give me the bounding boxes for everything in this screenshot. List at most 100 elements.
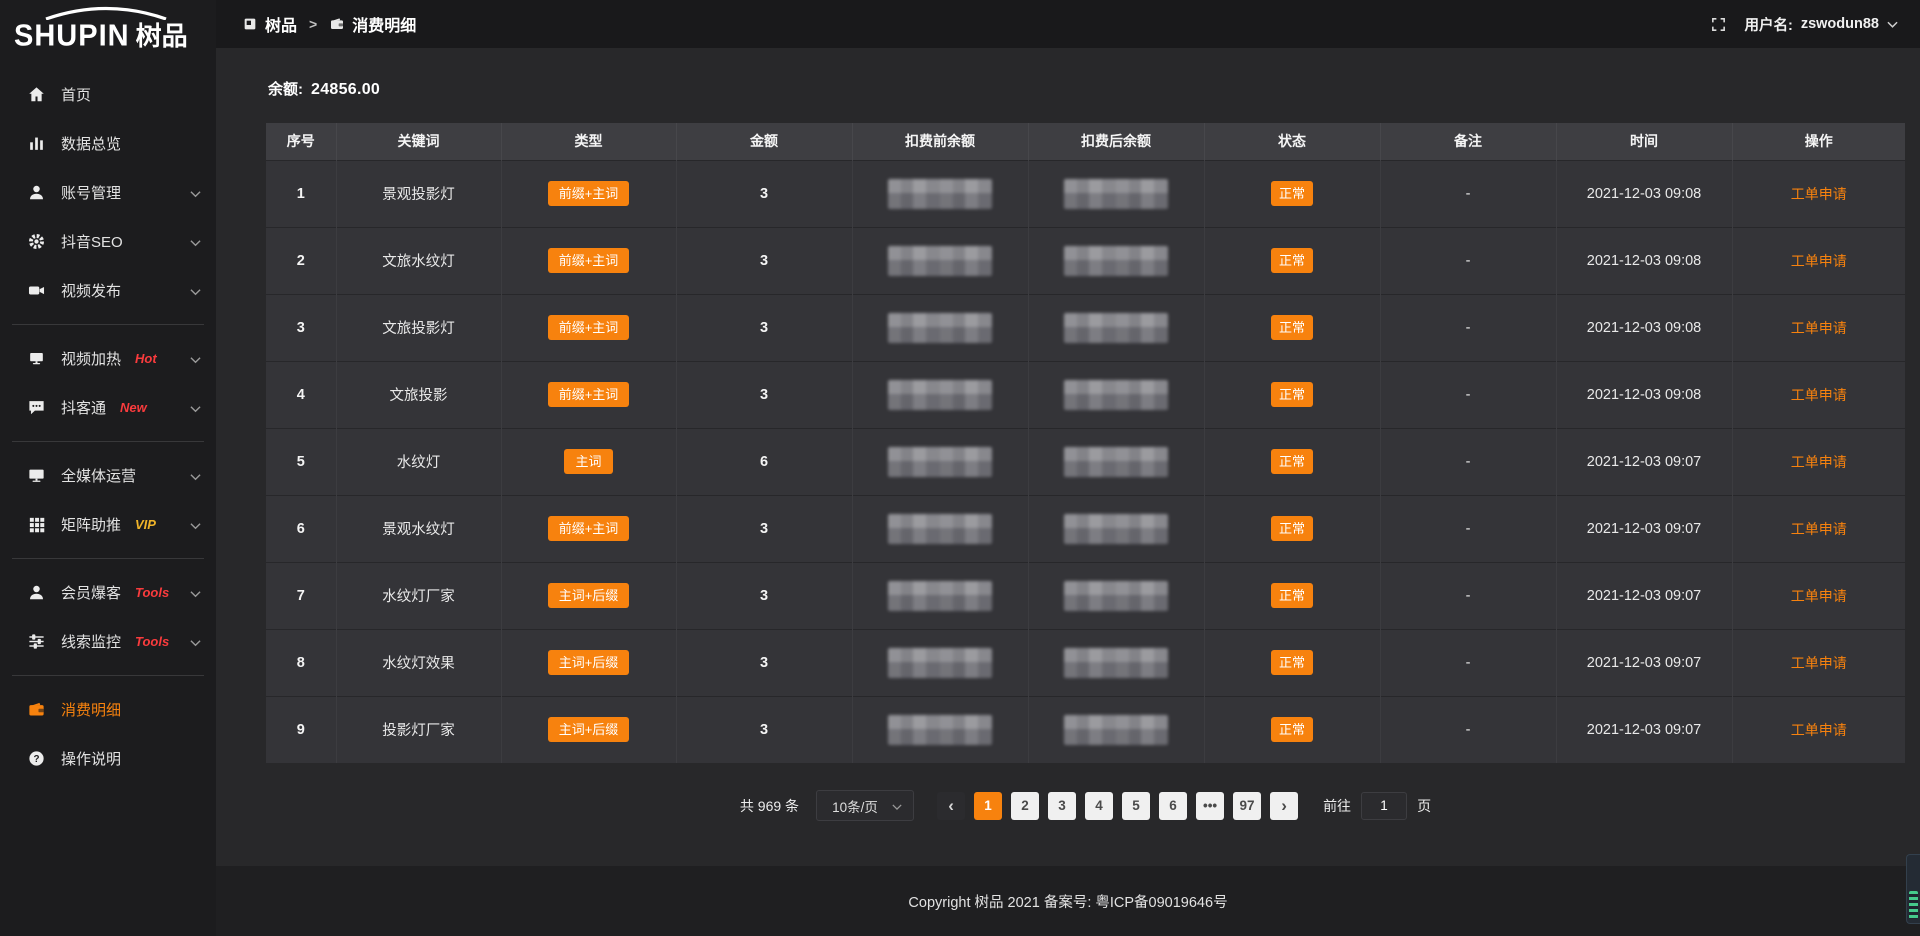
- sidebar-item-10[interactable]: 会员爆客Tools: [0, 568, 216, 617]
- copyright-text: Copyright 树品 2021 备案号: 粤ICP备09019646号: [908, 891, 1227, 912]
- chevron-down-icon: [1887, 21, 1898, 28]
- column-header: 状态: [1204, 123, 1380, 160]
- cell-time: 2021-12-03 09:07: [1556, 562, 1732, 629]
- cell-action: 工单申请: [1732, 495, 1905, 562]
- work-order-link[interactable]: 工单申请: [1791, 655, 1847, 671]
- page-button-2[interactable]: 2: [1011, 792, 1039, 820]
- cell-amount: 3: [676, 227, 852, 294]
- status-badge: 正常: [1271, 583, 1313, 608]
- sidebar-item-3[interactable]: 账号管理: [0, 168, 216, 217]
- work-order-link[interactable]: 工单申请: [1791, 588, 1847, 604]
- goto-page-input[interactable]: [1361, 792, 1407, 820]
- cell-keyword: 文旅投影灯: [336, 294, 501, 361]
- fullscreen-icon[interactable]: [1710, 16, 1727, 33]
- breadcrumb-item-2[interactable]: 消费明细: [329, 12, 416, 36]
- chevron-down-icon: [190, 467, 201, 484]
- work-order-link[interactable]: 工单申请: [1791, 253, 1847, 269]
- cell-remark: -: [1380, 294, 1556, 361]
- app-root: SHUPIN树品 首页数据总览账号管理抖音SEO 视频发布视频加热Hot抖客通Ne…: [0, 0, 1920, 936]
- sidebar-item-label: 数据总览: [61, 133, 121, 154]
- username-value: zswodun88: [1801, 16, 1879, 32]
- pagination: 共 969 条10条/页‹123456•••97›前往页: [266, 790, 1905, 821]
- work-order-link[interactable]: 工单申请: [1791, 320, 1847, 336]
- app-icon: [242, 16, 258, 32]
- page-button-1[interactable]: 1: [974, 792, 1002, 820]
- table-row: 7水纹灯厂家主词+后缀3正常-2021-12-03 09:07工单申请: [266, 562, 1905, 629]
- goto-page: 前往页: [1323, 792, 1431, 820]
- cell-keyword: 文旅投影: [336, 361, 501, 428]
- sidebar-item-label: 会员爆客: [61, 582, 121, 603]
- logo[interactable]: SHUPIN树品: [0, 0, 216, 62]
- cell-index: 4: [266, 361, 336, 428]
- user-menu[interactable]: 用户名: zswodun88: [1745, 14, 1899, 35]
- work-order-link[interactable]: 工单申请: [1791, 521, 1847, 537]
- work-order-link[interactable]: 工单申请: [1791, 722, 1847, 738]
- cell-status: 正常: [1204, 227, 1380, 294]
- sidebar-item-1[interactable]: 首页: [0, 70, 216, 119]
- sidebar-item-7[interactable]: 抖客通New: [0, 383, 216, 432]
- topbar: 树品 > 消费明细 用户名: zswodun88: [216, 0, 1920, 48]
- page-button-3[interactable]: 3: [1048, 792, 1076, 820]
- sidebar-item-9[interactable]: 矩阵助推VIP: [0, 500, 216, 549]
- cell-index: 1: [266, 160, 336, 227]
- video-camera-icon: [27, 281, 46, 300]
- chevron-down-icon: [190, 184, 201, 201]
- sidebar-item-label: 视频发布: [61, 280, 121, 301]
- cell-keyword: 景观投影灯: [336, 160, 501, 227]
- cell-balance-after: [1028, 696, 1204, 763]
- cell-balance-before: [852, 696, 1028, 763]
- cell-type: 主词+后缀: [501, 562, 676, 629]
- user-icon: [27, 183, 46, 202]
- chevron-down-icon: [190, 584, 201, 601]
- breadcrumb-label: 树品: [265, 12, 297, 36]
- work-order-link[interactable]: 工单申请: [1791, 387, 1847, 403]
- work-order-link[interactable]: 工单申请: [1791, 186, 1847, 202]
- page-button-97[interactable]: 97: [1233, 792, 1261, 820]
- cell-status: 正常: [1204, 160, 1380, 227]
- cell-balance-after: [1028, 562, 1204, 629]
- sidebar-item-label: 视频加热: [61, 348, 121, 369]
- sidebar-item-11[interactable]: 线索监控Tools: [0, 617, 216, 666]
- cell-time: 2021-12-03 09:08: [1556, 361, 1732, 428]
- masked-value: [888, 514, 992, 544]
- cell-index: 2: [266, 227, 336, 294]
- cell-balance-after: [1028, 428, 1204, 495]
- prev-page-button[interactable]: ‹: [937, 792, 965, 820]
- page-size-select[interactable]: 10条/页: [816, 790, 914, 821]
- sidebar-divider: [12, 558, 204, 559]
- sidebar-item-4[interactable]: 抖音SEO: [0, 217, 216, 266]
- cell-action: 工单申请: [1732, 562, 1905, 629]
- cell-index: 9: [266, 696, 336, 763]
- cell-keyword: 水纹灯效果: [336, 629, 501, 696]
- masked-value: [888, 313, 992, 343]
- page-button-5[interactable]: 5: [1122, 792, 1150, 820]
- masked-value: [888, 447, 992, 477]
- cell-balance-after: [1028, 629, 1204, 696]
- page-button-4[interactable]: 4: [1085, 792, 1113, 820]
- side-service-widget[interactable]: [1906, 854, 1920, 924]
- sidebar-item-12[interactable]: 消费明细: [0, 685, 216, 734]
- type-badge: 前缀+主词: [548, 248, 630, 273]
- sidebar-item-2[interactable]: 数据总览: [0, 119, 216, 168]
- sidebar-item-6[interactable]: 视频加热Hot: [0, 334, 216, 383]
- status-badge: 正常: [1271, 449, 1313, 474]
- cell-remark: -: [1380, 696, 1556, 763]
- sidebar-item-label: 首页: [61, 84, 91, 105]
- status-badge: 正常: [1271, 181, 1313, 206]
- sidebar-item-5[interactable]: 视频发布: [0, 266, 216, 315]
- next-page-button[interactable]: ›: [1270, 792, 1298, 820]
- breadcrumb-separator: >: [309, 16, 317, 32]
- screen-icon: [27, 349, 46, 368]
- consumption-table: 序号关键词类型金额扣费前余额扣费后余额状态备注时间操作 1景观投影灯前缀+主词3…: [266, 123, 1905, 763]
- page-button-6[interactable]: 6: [1159, 792, 1187, 820]
- sidebar-item-8[interactable]: 全媒体运营: [0, 451, 216, 500]
- breadcrumb: 树品 > 消费明细: [242, 12, 416, 36]
- work-order-link[interactable]: 工单申请: [1791, 454, 1847, 470]
- masked-value: [888, 581, 992, 611]
- breadcrumb-item-1[interactable]: 树品: [242, 12, 297, 36]
- cell-keyword: 水纹灯: [336, 428, 501, 495]
- sidebar-item-13[interactable]: ?操作说明: [0, 734, 216, 783]
- masked-value: [1064, 313, 1168, 343]
- more-pages-button[interactable]: •••: [1196, 792, 1224, 820]
- cell-time: 2021-12-03 09:08: [1556, 227, 1732, 294]
